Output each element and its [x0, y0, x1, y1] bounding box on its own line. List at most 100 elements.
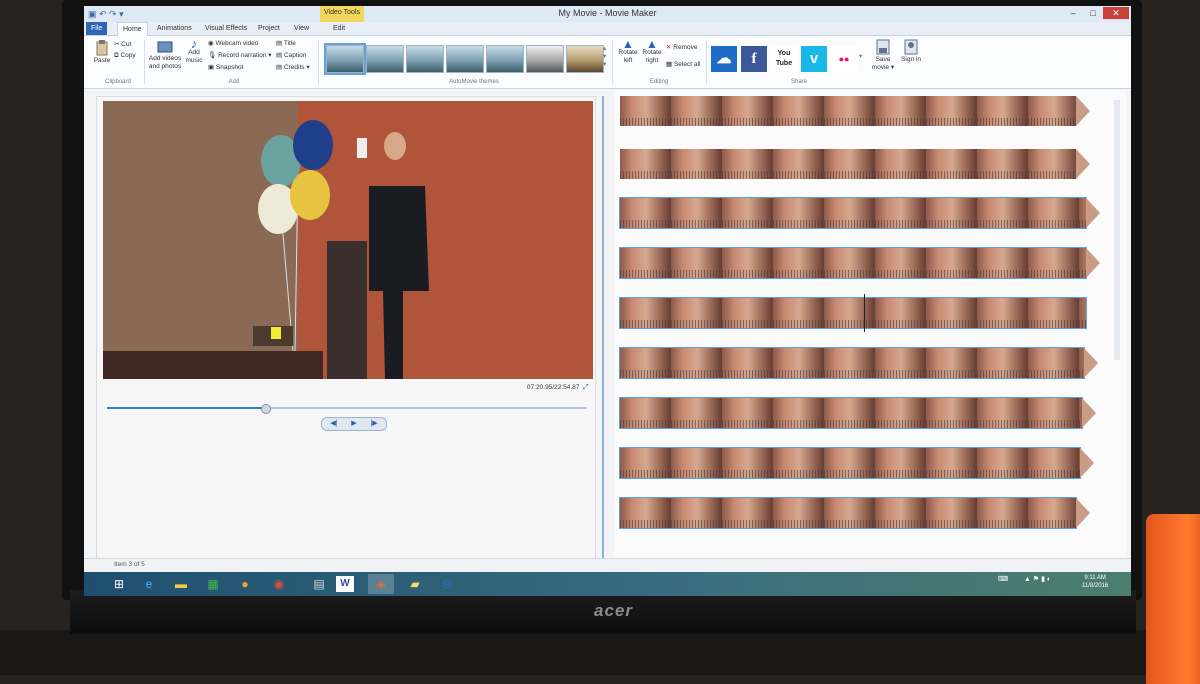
- storyboard-clip-row[interactable]: [619, 197, 1087, 229]
- paint-taskbar-icon[interactable]: ●: [232, 574, 258, 594]
- video-preview[interactable]: [103, 101, 593, 379]
- add-music-button[interactable]: ♪ Add music: [183, 36, 205, 65]
- file-explorer-taskbar-icon[interactable]: ▬: [168, 574, 194, 594]
- tab-file[interactable]: File: [86, 22, 108, 35]
- storyboard-clip-row[interactable]: [619, 447, 1081, 479]
- start-button[interactable]: ⊞: [106, 574, 132, 594]
- pane-splitter[interactable]: [602, 96, 604, 566]
- credits-button[interactable]: ▤ Credits ▾: [276, 63, 310, 71]
- automovie-theme-7[interactable]: [566, 45, 604, 73]
- storyboard-clip-row[interactable]: [619, 297, 1087, 329]
- title-icon: ▤: [276, 40, 284, 47]
- microphone-icon: 🎙: [208, 52, 219, 59]
- vimeo-share-button[interactable]: v: [801, 46, 827, 72]
- app-taskbar-icon[interactable]: ▤: [306, 574, 332, 594]
- storyboard-clip-row[interactable]: [619, 497, 1077, 529]
- storyboard-clip-row[interactable]: [619, 397, 1083, 429]
- webcam-video-button[interactable]: ◉ Webcam video: [208, 39, 258, 47]
- caption-icon: ▤: [276, 52, 284, 59]
- play-button[interactable]: ▶: [344, 418, 364, 430]
- group-label-add: Add: [228, 79, 240, 85]
- cut-button[interactable]: ✂ Cut: [114, 40, 131, 48]
- facebook-icon: f: [751, 51, 757, 67]
- seek-bar[interactable]: [107, 404, 587, 414]
- clip-end-arrow: [1084, 348, 1098, 378]
- title-button[interactable]: ▤ Title: [276, 39, 296, 47]
- rotate-left-button[interactable]: ▲ Rotate left: [616, 38, 640, 65]
- screen: ▣ ↶ ↷ ▾ Video Tools My Movie - Movie Mak…: [84, 6, 1131, 596]
- storyboard-clip-row[interactable]: [620, 149, 1076, 179]
- automovie-theme-1[interactable]: [324, 43, 366, 75]
- storyboard-clip-row[interactable]: [620, 96, 1076, 126]
- seek-knob[interactable]: [261, 404, 272, 414]
- ribbon-separator: [318, 40, 319, 84]
- storyboard-scrollbar[interactable]: [1114, 100, 1120, 360]
- save-movie-button[interactable]: Save movie ▾: [869, 39, 897, 72]
- rotate-right-button[interactable]: ▲ Rotate right: [640, 37, 664, 65]
- rotate-right-icon: ▲: [646, 37, 658, 51]
- automovie-theme-6[interactable]: [526, 45, 564, 73]
- storyboard-clip-row[interactable]: [619, 247, 1087, 279]
- remove-button[interactable]: ✕ Remove: [666, 43, 697, 51]
- close-button[interactable]: ✕: [1103, 7, 1129, 19]
- record-narration-button[interactable]: 🎙 Record narration ▾: [208, 51, 272, 59]
- automovie-theme-5[interactable]: [486, 45, 524, 73]
- preview-pane: 07:20.95/22:54.87 ⤢ ◀| ▶ |▶: [96, 96, 596, 568]
- storyboard-pane: [614, 90, 1126, 570]
- main-area: 07:20.95/22:54.87 ⤢ ◀| ▶ |▶: [96, 90, 1126, 570]
- keyboard-icon[interactable]: ⌨: [998, 575, 1008, 583]
- tab-home[interactable]: Home: [117, 22, 148, 36]
- flickr-share-button[interactable]: ●●: [831, 46, 857, 72]
- outlook-taskbar-icon[interactable]: ⊙: [434, 574, 460, 594]
- fullscreen-icon[interactable]: ⤢: [583, 384, 589, 392]
- automovie-theme-2[interactable]: [366, 45, 404, 73]
- taskbar: ⊞ e ▬ ▦ ● ◉ ▤ W ◈ ▰ ⊙ ⌨ ▲ ⚑ ▮ ◐ 9:11 AM …: [84, 572, 1131, 596]
- copy-button[interactable]: ⧉ Copy: [114, 52, 136, 60]
- playhead-marker[interactable]: [864, 294, 865, 332]
- youtube-icon: You Tube: [775, 50, 793, 67]
- previous-frame-button[interactable]: ◀|: [324, 418, 344, 430]
- youtube-share-button[interactable]: You Tube: [771, 46, 797, 72]
- chrome-taskbar-icon[interactable]: ◉: [266, 574, 292, 594]
- tab-edit[interactable]: Edit: [328, 22, 350, 35]
- onedrive-icon: ☁: [716, 50, 732, 67]
- clock[interactable]: 9:11 AM 11/8/2016: [1082, 574, 1108, 590]
- clip-end-arrow: [1076, 96, 1090, 126]
- automovie-theme-4[interactable]: [446, 45, 484, 73]
- tab-visual-effects[interactable]: Visual Effects: [200, 22, 252, 35]
- windows-logo-icon: ⊞: [113, 577, 125, 591]
- orange-cup: [1146, 514, 1200, 684]
- onedrive-share-button[interactable]: ☁: [711, 46, 737, 72]
- sign-in-icon: [904, 39, 918, 55]
- music-note-icon: ♪: [190, 36, 198, 51]
- select-all-icon: ▦: [666, 61, 674, 68]
- tab-view[interactable]: View: [289, 22, 314, 35]
- sign-in-button[interactable]: Sign in: [899, 39, 923, 64]
- word-taskbar-icon[interactable]: W: [336, 576, 354, 592]
- tab-project[interactable]: Project: [253, 22, 285, 35]
- paste-button[interactable]: Paste: [90, 40, 114, 65]
- playback-controls: ◀| ▶ |▶: [321, 417, 387, 431]
- window-title: My Movie - Movie Maker: [558, 8, 657, 18]
- internet-explorer-taskbar-icon[interactable]: e: [136, 574, 162, 594]
- sticky-notes-taskbar-icon[interactable]: ▰: [402, 574, 428, 594]
- facebook-share-button[interactable]: f: [741, 46, 767, 72]
- video-frame-image: [103, 101, 593, 379]
- movie-maker-taskbar-icon[interactable]: ◈: [368, 574, 394, 594]
- storyboard-clip-row[interactable]: [619, 347, 1085, 379]
- group-label-share: Share: [790, 79, 807, 85]
- share-more-arrow[interactable]: ▾: [859, 52, 862, 60]
- maximize-button[interactable]: □: [1083, 7, 1103, 19]
- next-frame-button[interactable]: |▶: [364, 418, 384, 430]
- tab-animations[interactable]: Animations: [152, 22, 197, 35]
- themes-scroll-arrows[interactable]: ▴ ▾ ▾: [603, 44, 606, 68]
- add-videos-button[interactable]: Add videos and photos: [147, 40, 183, 71]
- minimize-button[interactable]: –: [1063, 7, 1083, 19]
- system-tray-icons[interactable]: ▲ ⚑ ▮ ◐: [1024, 575, 1051, 583]
- select-all-button[interactable]: ▦ Select all: [666, 60, 700, 68]
- automovie-theme-3[interactable]: [406, 45, 444, 73]
- group-label-themes: AutoMovie themes: [449, 79, 499, 85]
- caption-button[interactable]: ▤ Caption: [276, 51, 306, 59]
- store-taskbar-icon[interactable]: ▦: [200, 574, 226, 594]
- snapshot-button[interactable]: ▣ Snapshot: [208, 63, 243, 71]
